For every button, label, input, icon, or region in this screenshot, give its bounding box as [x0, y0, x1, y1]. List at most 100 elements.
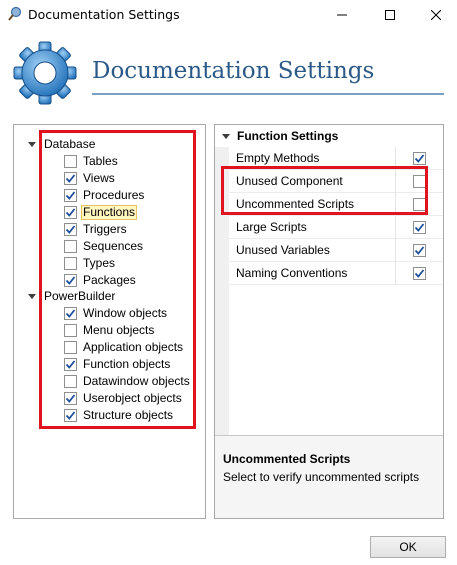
- tree-item-label[interactable]: Window objects: [81, 306, 169, 321]
- property-value: [395, 216, 443, 239]
- header-divider: [92, 93, 444, 95]
- tree-item[interactable]: Tables: [64, 153, 120, 170]
- app-icon: [7, 6, 23, 22]
- property-name: Unused Component: [236, 174, 343, 188]
- tree-item-checkbox[interactable]: [64, 307, 77, 320]
- property-checkbox[interactable]: [413, 152, 426, 165]
- title-bar: Documentation Settings: [0, 0, 457, 30]
- description-title: Uncommented Scripts: [223, 452, 351, 466]
- tree-group-label: Database: [44, 137, 96, 151]
- tree-item[interactable]: Types: [64, 255, 117, 272]
- property-name: Large Scripts: [236, 220, 307, 234]
- property-value: [395, 193, 443, 216]
- property-checkbox[interactable]: [413, 267, 426, 280]
- row-gutter: [215, 147, 229, 170]
- ok-button[interactable]: OK: [370, 536, 446, 558]
- property-value: [395, 262, 443, 285]
- chevron-down-icon[interactable]: [222, 129, 230, 143]
- tree-item-label[interactable]: Userobject objects: [81, 391, 184, 406]
- tree-item-checkbox[interactable]: [64, 240, 77, 253]
- tree-item-label[interactable]: Procedures: [81, 188, 146, 203]
- tree-item-label[interactable]: Sequences: [81, 239, 145, 254]
- property-name: Naming Conventions: [236, 266, 348, 280]
- tree-item[interactable]: Views: [64, 170, 117, 187]
- tree-item[interactable]: Procedures: [64, 187, 146, 204]
- property-row[interactable]: Unused Component: [215, 170, 443, 193]
- window-title: Documentation Settings: [28, 7, 180, 22]
- page-title: Documentation Settings: [92, 58, 375, 84]
- description-text: Select to verify uncommented scripts: [223, 470, 420, 484]
- property-row[interactable]: Unused Variables: [215, 239, 443, 262]
- tree-item-label[interactable]: Tables: [81, 154, 120, 169]
- tree-item-checkbox[interactable]: [64, 358, 77, 371]
- tree-item-checkbox[interactable]: [64, 392, 77, 405]
- property-value: [395, 147, 443, 170]
- tree-item-label[interactable]: Views: [81, 171, 117, 186]
- tree-item-checkbox[interactable]: [64, 155, 77, 168]
- row-gutter: [215, 262, 229, 285]
- property-grid[interactable]: Function Settings Empty Methods Unused Co…: [214, 124, 444, 519]
- chevron-down-icon[interactable]: [26, 136, 38, 153]
- property-category[interactable]: Function Settings: [215, 125, 443, 147]
- property-row[interactable]: Empty Methods: [215, 147, 443, 170]
- property-row[interactable]: Naming Conventions: [215, 262, 443, 285]
- minimize-button[interactable]: [319, 0, 365, 30]
- tree-item-checkbox[interactable]: [64, 375, 77, 388]
- object-tree[interactable]: Database Tables Views Procedures Functions T…: [13, 124, 206, 519]
- tree-item[interactable]: Datawindow objects: [64, 373, 192, 390]
- tree-item-checkbox[interactable]: [64, 341, 77, 354]
- maximize-button[interactable]: [367, 0, 413, 30]
- tree-item-label[interactable]: Application objects: [81, 340, 185, 355]
- property-row[interactable]: Large Scripts: [215, 216, 443, 239]
- tree-item[interactable]: Function objects: [64, 356, 172, 373]
- tree-item-label[interactable]: Structure objects: [81, 408, 175, 423]
- tree-item[interactable]: Window objects: [64, 305, 169, 322]
- tree-item[interactable]: Userobject objects: [64, 390, 184, 407]
- tree-group-powerbuilder[interactable]: PowerBuilder: [26, 288, 117, 305]
- close-icon: [431, 10, 441, 20]
- tree-item-checkbox[interactable]: [64, 189, 77, 202]
- property-name: Empty Methods: [236, 151, 320, 165]
- tree-item-checkbox[interactable]: [64, 223, 77, 236]
- property-row[interactable]: Uncommented Scripts: [215, 193, 443, 216]
- property-value: [395, 170, 443, 193]
- tree-item[interactable]: Structure objects: [64, 407, 175, 424]
- tree-item[interactable]: Functions: [64, 204, 138, 221]
- tree-item-checkbox[interactable]: [64, 172, 77, 185]
- tree-item[interactable]: Packages: [64, 272, 138, 289]
- tree-item-checkbox[interactable]: [64, 274, 77, 287]
- gear-icon: [12, 40, 78, 106]
- property-checkbox[interactable]: [413, 175, 426, 188]
- tree-item[interactable]: Triggers: [64, 221, 129, 238]
- tree-item[interactable]: Application objects: [64, 339, 185, 356]
- row-gutter: [215, 216, 229, 239]
- property-checkbox[interactable]: [413, 221, 426, 234]
- tree-item-checkbox[interactable]: [64, 324, 77, 337]
- tree-item-label[interactable]: Triggers: [81, 222, 129, 237]
- tree-item-label[interactable]: Packages: [81, 273, 138, 288]
- close-button[interactable]: [413, 0, 457, 30]
- tree-item-label[interactable]: Function objects: [81, 357, 172, 372]
- description-pane: Uncommented Scripts Select to verify unc…: [215, 435, 443, 518]
- tree-item[interactable]: Menu objects: [64, 322, 156, 339]
- property-name: Uncommented Scripts: [236, 197, 355, 211]
- row-gutter: [215, 193, 229, 216]
- category-label: Function Settings: [237, 129, 339, 143]
- tree-item-checkbox[interactable]: [64, 409, 77, 422]
- tree-item-label[interactable]: Functions: [81, 205, 138, 220]
- tree-item-checkbox[interactable]: [64, 206, 77, 219]
- tree-item-label[interactable]: Types: [81, 256, 117, 271]
- grid-gutter: [215, 285, 229, 435]
- tree-item-checkbox[interactable]: [64, 257, 77, 270]
- row-gutter: [215, 239, 229, 262]
- maximize-icon: [385, 10, 395, 20]
- tree-item-label[interactable]: Menu objects: [81, 323, 156, 338]
- property-checkbox[interactable]: [413, 198, 426, 211]
- chevron-down-icon[interactable]: [26, 288, 38, 305]
- tree-item-label[interactable]: Datawindow objects: [81, 374, 192, 389]
- minimize-icon: [337, 14, 347, 16]
- tree-group-database[interactable]: Database: [26, 136, 97, 153]
- tree-group-label: PowerBuilder: [44, 289, 116, 303]
- tree-item[interactable]: Sequences: [64, 238, 145, 255]
- property-checkbox[interactable]: [413, 244, 426, 257]
